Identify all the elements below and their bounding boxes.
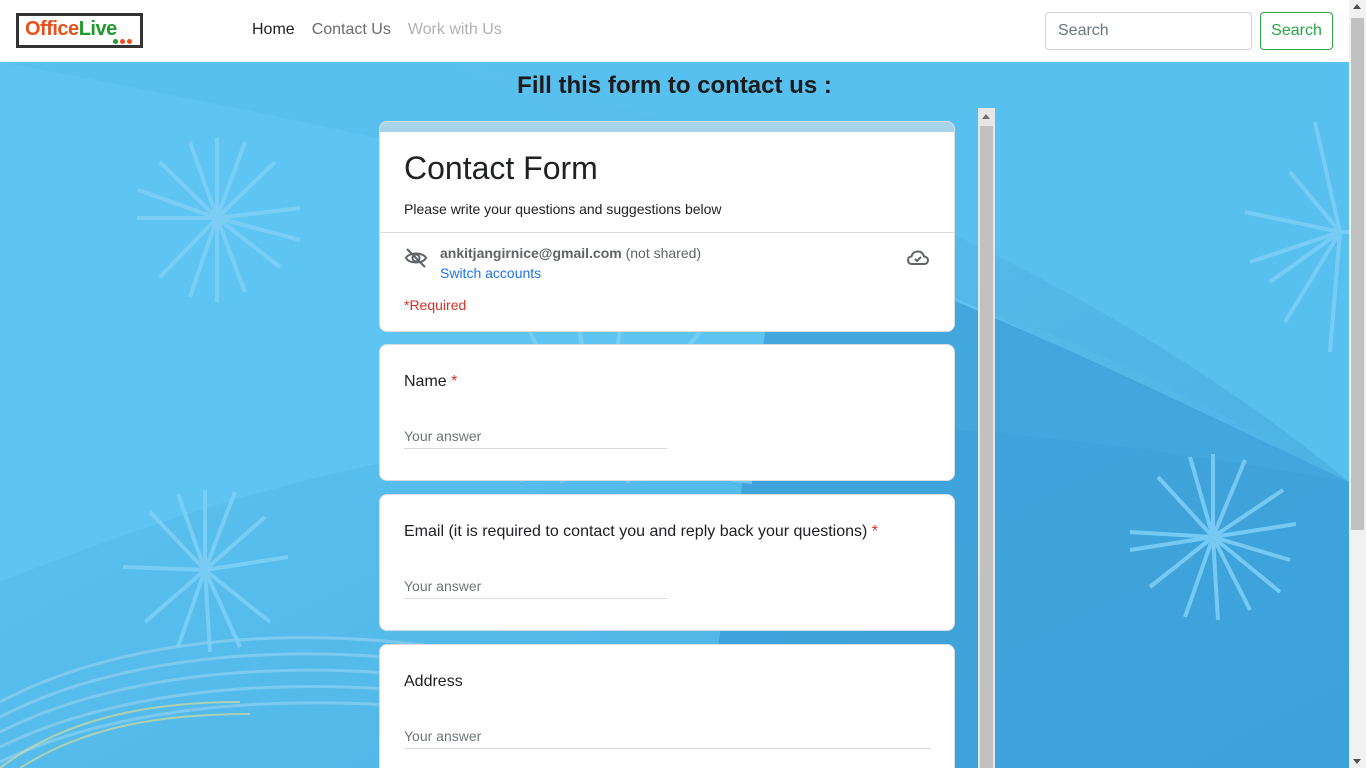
nav-links: Home Contact Us Work with Us — [252, 21, 519, 39]
email-input[interactable] — [404, 573, 667, 599]
required-star: * — [871, 523, 879, 540]
switch-accounts-link[interactable]: Switch accounts — [440, 265, 541, 281]
scroll-up-icon[interactable] — [1353, 4, 1361, 9]
page-heading: Fill this form to contact us : — [517, 72, 832, 99]
not-shared-label: (not shared) — [625, 245, 702, 261]
required-star: * — [451, 373, 458, 390]
embedded-form-frame: Contact Form Please write your questions… — [379, 108, 995, 768]
logo-dots — [113, 39, 132, 44]
top-navbar: OfficeLive Home Contact Us Work with Us … — [0, 0, 1349, 62]
question-label: Name * — [404, 373, 458, 390]
scroll-up-icon[interactable] — [982, 114, 990, 119]
question-label: Email (it is required to contact you and… — [404, 523, 879, 540]
search-button[interactable]: Search — [1260, 12, 1333, 50]
question-card-email: Email (it is required to contact you and… — [379, 494, 955, 631]
divider — [380, 232, 954, 233]
scrollbar-thumb[interactable] — [1351, 18, 1364, 530]
account-email: ankitjangirnice@gmail.com — [440, 245, 622, 261]
form-title: Contact Form — [404, 150, 598, 186]
form-scrollbar-thumb[interactable] — [980, 126, 993, 768]
search-input[interactable] — [1045, 12, 1252, 50]
account-email-line: ankitjangirnice@gmail.com (not shared) — [440, 245, 701, 261]
address-input[interactable] — [404, 723, 931, 749]
required-note: *Required — [404, 297, 467, 313]
question-label: Address — [404, 673, 463, 690]
name-input[interactable] — [404, 423, 667, 449]
visibility-off-icon — [404, 248, 428, 268]
nav-contact-us[interactable]: Contact Us — [312, 21, 391, 39]
nav-home[interactable]: Home — [252, 21, 295, 39]
cloud-icon[interactable] — [906, 247, 930, 269]
officelive-logo[interactable]: OfficeLive — [16, 13, 143, 48]
form-header-card: Contact Form Please write your questions… — [379, 121, 955, 332]
form-scrollbar[interactable] — [978, 108, 995, 768]
question-card-address: Address — [379, 644, 955, 768]
question-card-name: Name * — [379, 344, 955, 481]
scroll-down-icon[interactable] — [1353, 759, 1361, 764]
form-description: Please write your questions and suggesti… — [404, 201, 722, 217]
page-scrollbar[interactable] — [1349, 0, 1366, 768]
nav-work-with-us[interactable]: Work with Us — [408, 21, 502, 39]
header-accent-bar — [380, 122, 954, 132]
